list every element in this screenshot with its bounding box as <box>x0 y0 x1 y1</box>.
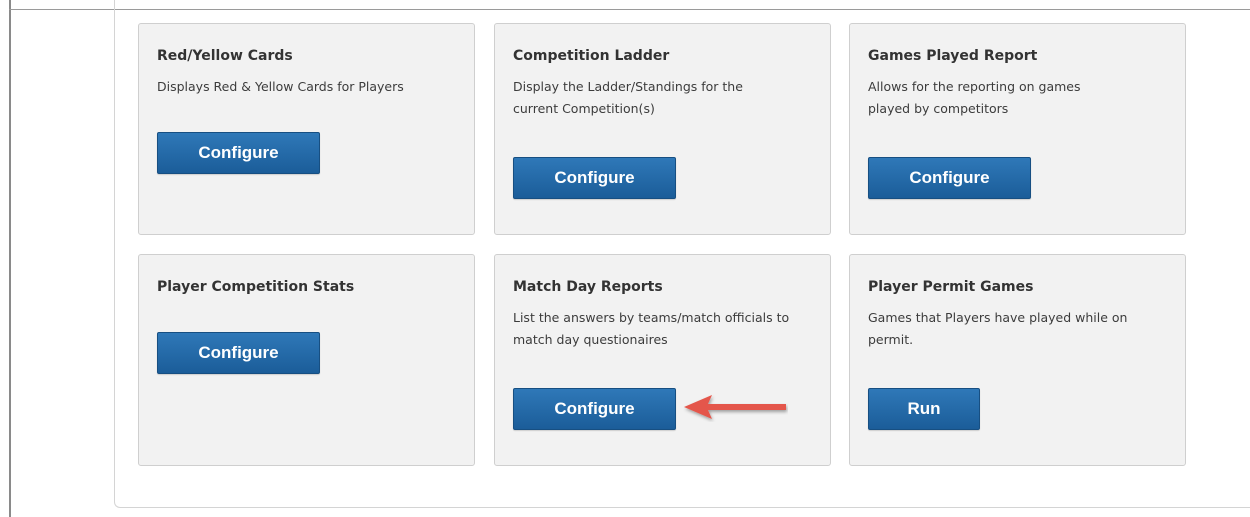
card-title: Player Competition Stats <box>157 279 355 295</box>
arrow-left-icon <box>684 395 786 419</box>
card-description: Displays Red & Yellow Cards for Players <box>157 79 404 94</box>
card-description: List the answers by teams/match official… <box>513 310 790 347</box>
configure-button[interactable]: Configure <box>513 157 676 199</box>
report-card-player-permit-games: Player Permit Games Games that Players h… <box>849 254 1186 466</box>
configure-button[interactable]: Configure <box>868 157 1031 199</box>
card-title: Red/Yellow Cards <box>157 48 293 64</box>
card-title: Player Permit Games <box>868 279 1034 295</box>
report-card-red-yellow-cards: Red/Yellow Cards Displays Red & Yellow C… <box>138 23 475 235</box>
card-description: Games that Players have played while on … <box>868 310 1128 347</box>
report-card-competition-ladder: Competition Ladder Display the Ladder/St… <box>494 23 831 235</box>
card-description: Display the Ladder/Standings for the cur… <box>513 79 743 116</box>
run-button[interactable]: Run <box>868 388 980 430</box>
card-title: Match Day Reports <box>513 279 663 295</box>
configure-button[interactable]: Configure <box>513 388 676 430</box>
card-title: Games Played Report <box>868 48 1038 64</box>
report-card-player-competition-stats: Player Competition Stats Configure <box>138 254 475 466</box>
report-card-match-day-reports: Match Day Reports List the answers by te… <box>494 254 831 466</box>
card-description: Allows for the reporting on games played… <box>868 79 1081 116</box>
report-card-games-played-report: Games Played Report Allows for the repor… <box>849 23 1186 235</box>
window-frame-left <box>9 0 11 517</box>
configure-button[interactable]: Configure <box>157 332 320 374</box>
card-title: Competition Ladder <box>513 48 670 64</box>
configure-button[interactable]: Configure <box>157 132 320 174</box>
